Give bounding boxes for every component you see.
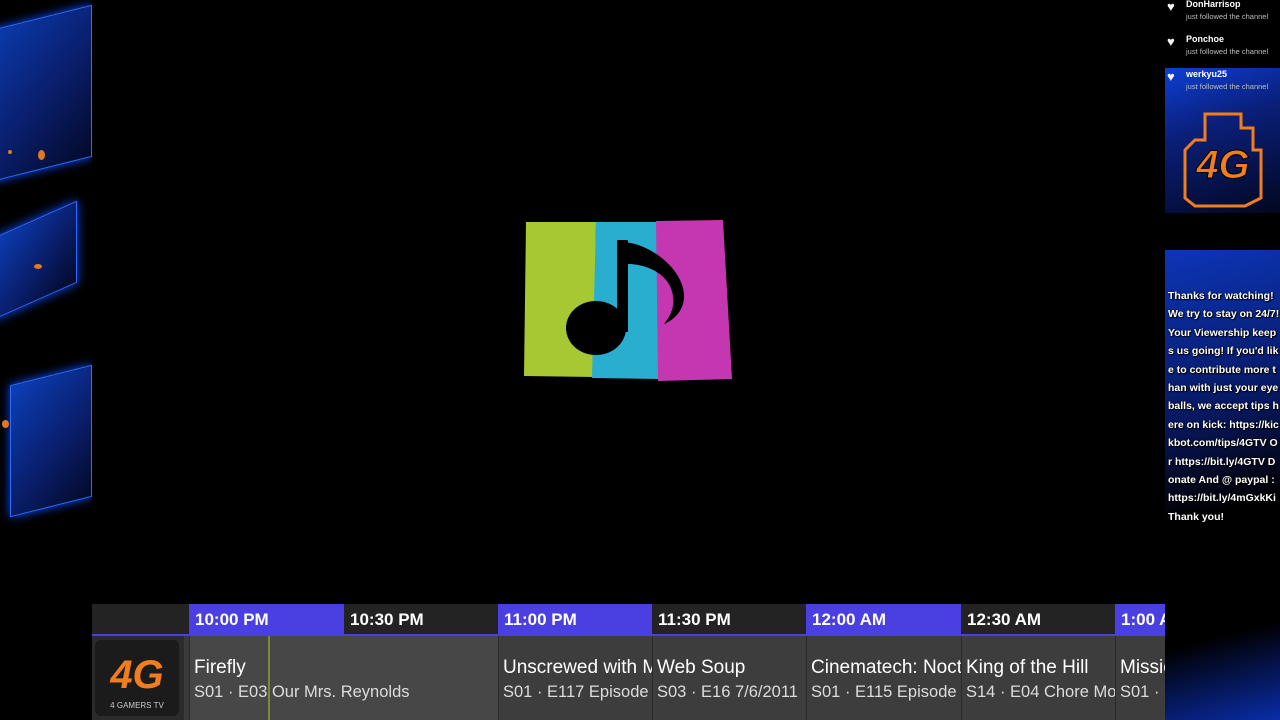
program-episode: S01 · E117 Episode 117 <box>503 683 652 701</box>
time-slot: 10:00 PM <box>189 604 344 634</box>
svg-text:4 GAMERS TV: 4 GAMERS TV <box>110 701 164 710</box>
svg-text:4G: 4G <box>109 653 163 697</box>
svg-text:4G: 4G <box>1195 143 1249 187</box>
time-slot: 12:00 AM <box>806 604 961 634</box>
program-episode: S01 · E <box>1120 683 1165 701</box>
follower-alert: ♥ Ponchoe just followed the channel <box>1165 34 1280 69</box>
channel-cell: 4G 4 GAMERS TV <box>92 636 184 720</box>
follower-action: just followed the channel <box>1186 47 1269 56</box>
program-cell[interactable]: Unscrewed with Martin Sargent S01 · E117… <box>498 636 652 720</box>
program-episode: S01 · E115 Episode 115 <box>811 683 961 701</box>
program-title: King of the Hill <box>966 657 1089 678</box>
follower-name: Ponchoe <box>1186 34 1225 44</box>
music-note-logo <box>524 220 732 381</box>
coin-decoration <box>2 420 9 428</box>
program-cell[interactable]: Mission S01 · E <box>1115 636 1165 720</box>
time-slot: 10:30 PM <box>350 610 424 629</box>
coin-decoration <box>8 150 12 154</box>
program-title: Mission <box>1120 657 1165 678</box>
program-episode: S14 · E04 Chore Money <box>966 683 1115 701</box>
tv-guide: 10:00 PM 10:30 PM 11:00 PM 11:30 PM 12:0… <box>92 604 1165 720</box>
blue-cube-decoration <box>10 364 92 518</box>
program-cell[interactable]: Cinematech: Nocturnal Emissions S01 · E1… <box>806 636 961 720</box>
4g-brand-logo: 4G <box>1183 112 1263 208</box>
follower-action: just followed the channel <box>1186 12 1269 21</box>
right-panel: ♥ DonHarrisop just followed the channel … <box>1165 0 1280 720</box>
left-decoration <box>0 0 92 604</box>
program-title: Cinematech: Nocturnal Emissions <box>811 657 961 678</box>
program-cell[interactable]: Web Soup S03 · E16 7/6/2011 <box>652 636 806 720</box>
heart-icon: ♥ <box>1167 69 1175 84</box>
follower-name: werkyu25 <box>1186 69 1228 79</box>
program-episode: S01 · E03 Our Mrs. Reynolds <box>194 683 410 701</box>
program-title: Firefly <box>194 657 246 678</box>
tips-message: Thanks for watching! We try to stay on 2… <box>1168 290 1280 523</box>
time-slot: 1:00 AM <box>1115 604 1165 634</box>
program-title: Web Soup <box>657 657 746 678</box>
follower-alert: ♥ werkyu25 just followed the channel <box>1165 69 1280 104</box>
time-row: 10:00 PM 10:30 PM 11:00 PM 11:30 PM 12:0… <box>92 604 1165 636</box>
coin-decoration <box>38 150 45 160</box>
program-title: Unscrewed with Martin Sargent <box>503 657 652 678</box>
blue-cube-decoration <box>0 200 77 322</box>
time-slot: 12:30 AM <box>967 610 1042 629</box>
heart-icon: ♥ <box>1167 0 1175 14</box>
time-slot: 11:00 PM <box>498 604 652 634</box>
program-cell[interactable]: Firefly S01 · E03 Our Mrs. Reynolds <box>189 636 498 720</box>
follower-action: just followed the channel <box>1186 82 1269 91</box>
follower-alert: ♥ DonHarrisop just followed the channel <box>1165 0 1280 34</box>
heart-icon: ♥ <box>1167 34 1175 49</box>
program-episode: S03 · E16 7/6/2011 <box>657 683 798 701</box>
time-slot: 11:30 PM <box>658 610 731 629</box>
4g-channel-logo: 4G 4 GAMERS TV <box>95 640 179 716</box>
current-time-indicator <box>268 636 270 720</box>
follower-name: DonHarrisop <box>1186 0 1241 9</box>
program-cell[interactable]: King of the Hill S14 · E04 Chore Money <box>961 636 1115 720</box>
coin-decoration <box>34 264 42 269</box>
blue-cube-decoration <box>0 4 92 188</box>
